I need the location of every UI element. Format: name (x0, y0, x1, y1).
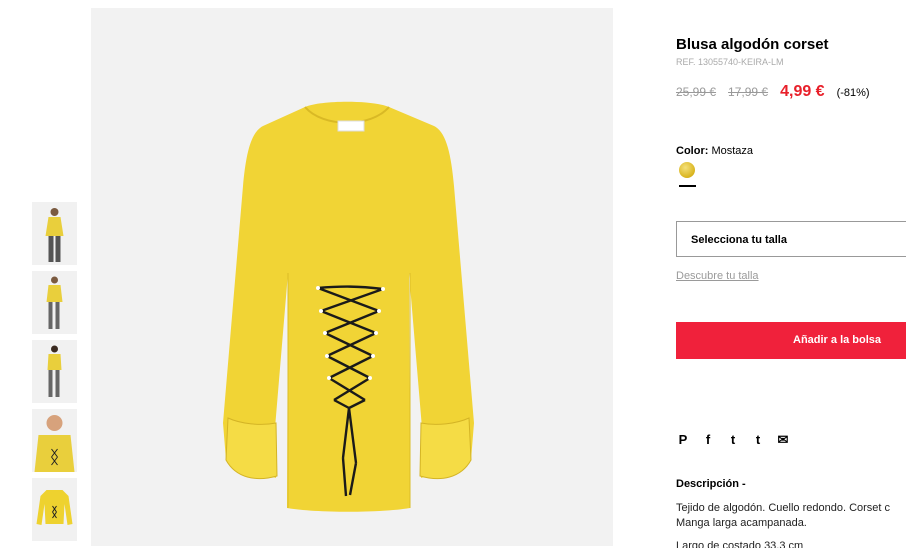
current-price: 4,99 € (780, 83, 825, 100)
thumbnail-5[interactable] (32, 478, 77, 541)
thumbnail-4[interactable] (32, 409, 77, 472)
main-product-image[interactable] (91, 8, 613, 546)
pinterest-icon[interactable]: P (676, 432, 690, 448)
product-title: Blusa algodón corset (676, 36, 829, 53)
thumbnail-2[interactable] (32, 271, 77, 334)
size-select[interactable]: Selecciona tu talla (676, 221, 906, 257)
thumbnail-3[interactable] (32, 340, 77, 403)
model-side-thumbnail (46, 276, 62, 329)
description-heading[interactable]: Descripción - (676, 478, 746, 490)
selected-swatch-indicator (679, 185, 696, 187)
description-line-3: Largo de costado 33,3 cm (676, 540, 804, 548)
product-reference: REF. 13055740-KEIRA-LM (676, 57, 784, 67)
color-swatch-mostaza[interactable] (679, 162, 695, 178)
previous-price: 17,99 € (728, 85, 769, 99)
description-line-1: Tejido de algodón. Cuello redondo. Corse… (676, 502, 891, 514)
thumbnail-gallery (32, 202, 77, 547)
email-icon[interactable]: ✉ (776, 432, 790, 448)
discount-badge: (-81%) (836, 87, 870, 99)
color-label: Color: (676, 145, 709, 157)
thumbnail-1[interactable] (32, 202, 77, 265)
social-share-bar: P f t t ✉ (676, 432, 790, 448)
color-label-row: Color: Mostaza (676, 145, 753, 157)
description-text: Tejido de algodón. Cuello redondo. Corse… (676, 501, 890, 531)
size-guide-link[interactable]: Descubre tu talla (676, 270, 759, 282)
product-flat-thumbnail (36, 490, 72, 525)
description-line-2: Manga larga acampanada. (676, 517, 807, 529)
model-closeup-thumbnail (34, 415, 74, 472)
color-value: Mostaza (711, 145, 754, 157)
original-price: 25,99 € (676, 85, 717, 99)
product-info-panel: Blusa algodón corset REF. 13055740-KEIRA… (676, 0, 906, 548)
add-to-bag-button[interactable]: Añadir a la bolsa (676, 322, 906, 359)
price-row: 25,99 € 17,99 € 4,99 € (-81%) (676, 83, 870, 101)
model-back-thumbnail (47, 345, 61, 397)
facebook-icon[interactable]: f (701, 432, 715, 448)
yellow-corset-blouse-image (223, 101, 474, 512)
twitter-icon[interactable]: t (726, 432, 740, 448)
tumblr-icon[interactable]: t (751, 432, 765, 448)
model-front-thumbnail (45, 208, 63, 262)
